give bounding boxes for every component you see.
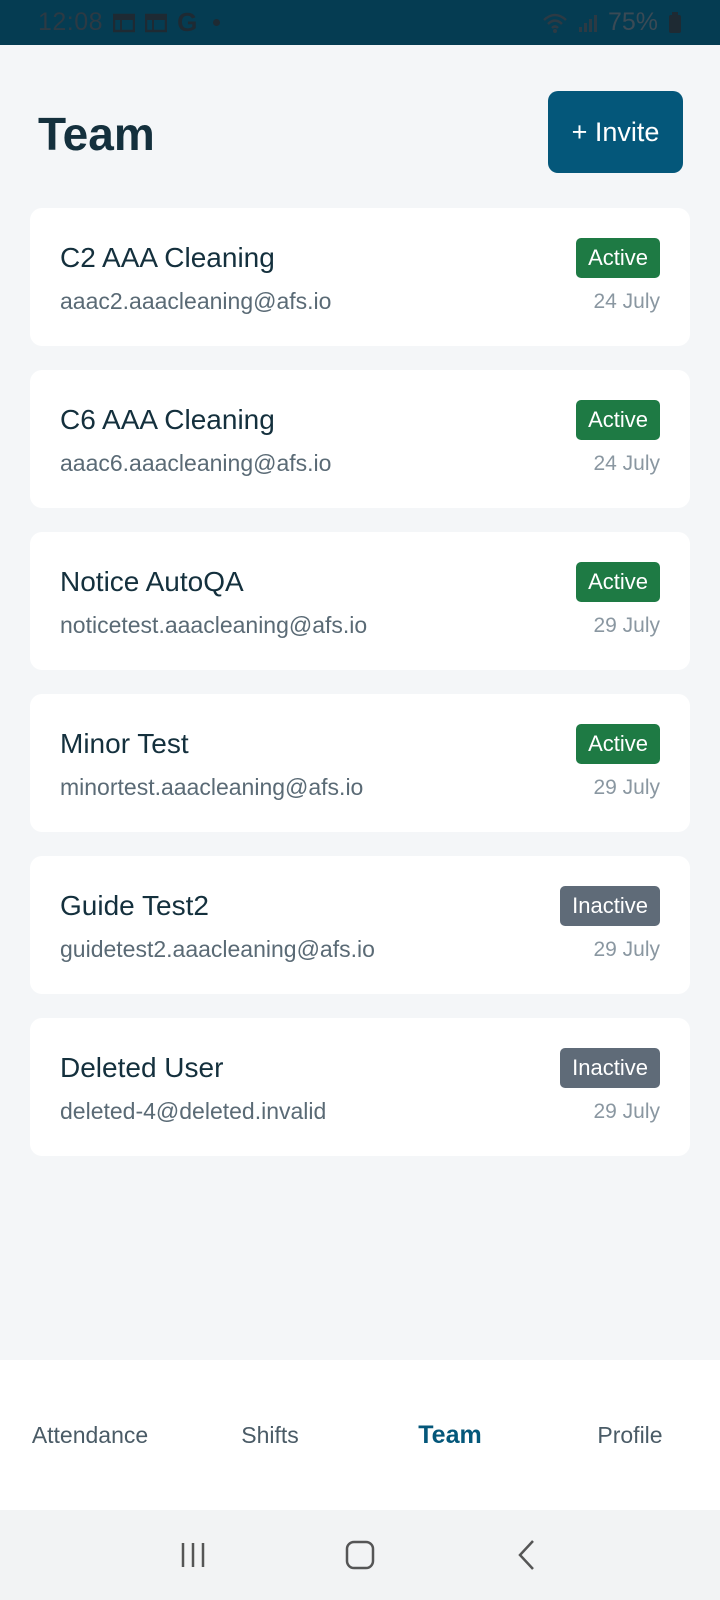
member-date: 29 July — [593, 614, 660, 637]
team-member-card[interactable]: C6 AAA Cleaning aaac6.aaacleaning@afs.io A… — [30, 370, 690, 508]
team-member-card[interactable]: Deleted User deleted-4@deleted.invalid Ina… — [30, 1018, 690, 1156]
team-member-card[interactable]: C2 AAA Cleaning aaac2.aaacleaning@afs.io A… — [30, 208, 690, 346]
team-member-card[interactable]: Notice AutoQA noticetest.aaacleaning@afs.… — [30, 532, 690, 670]
status-badge: Active — [576, 724, 660, 764]
bottom-tab-bar: Attendance Shifts Team Profile — [0, 1360, 720, 1510]
member-email: deleted-4@deleted.invalid — [60, 1098, 327, 1124]
member-email: aaac2.aaacleaning@afs.io — [60, 288, 332, 314]
member-date: 24 July — [593, 452, 660, 475]
member-date: 24 July — [593, 290, 660, 313]
google-icon: G — [177, 7, 198, 37]
tab-shifts[interactable]: Shifts — [180, 1422, 360, 1449]
member-name: Minor Test — [60, 728, 189, 759]
status-bar-right: 75% — [542, 8, 682, 37]
member-date: 29 July — [593, 776, 660, 799]
status-badge: Active — [576, 400, 660, 440]
team-member-list: C2 AAA Cleaning aaac2.aaacleaning@afs.io A… — [30, 208, 690, 1180]
tab-profile[interactable]: Profile — [540, 1422, 720, 1449]
invite-button[interactable]: + Invite — [548, 91, 683, 173]
system-navigation-bar — [0, 1510, 720, 1600]
wifi-icon — [542, 12, 568, 34]
status-badge: Inactive — [560, 886, 660, 926]
signal-icon — [578, 13, 598, 33]
page-title: Team — [38, 108, 155, 160]
team-member-card[interactable]: Minor Test minortest.aaacleaning@afs.io Ac… — [30, 694, 690, 832]
home-icon[interactable] — [330, 1525, 390, 1585]
recents-icon[interactable] — [163, 1525, 223, 1585]
member-date: 29 July — [593, 938, 660, 961]
member-date: 29 July — [593, 1100, 660, 1123]
tab-attendance[interactable]: Attendance — [0, 1422, 180, 1449]
member-name: C2 AAA Cleaning — [60, 242, 275, 273]
member-email: aaac6.aaacleaning@afs.io — [60, 450, 332, 476]
member-name: Deleted User — [60, 1052, 224, 1083]
member-name: Guide Test2 — [60, 890, 209, 921]
status-badge: Active — [576, 562, 660, 602]
clock: 12:08 — [38, 8, 104, 36]
status-badge: Inactive — [560, 1048, 660, 1088]
member-name: Notice AutoQA — [60, 566, 244, 597]
battery-icon — [668, 11, 682, 34]
calendar-icon — [113, 13, 136, 33]
page-header: Team + Invite — [0, 45, 720, 205]
member-email: guidetest2.aaacleaning@afs.io — [60, 936, 375, 962]
calendar-icon — [145, 13, 168, 33]
member-name: C6 AAA Cleaning — [60, 404, 275, 435]
tab-team[interactable]: Team — [360, 1421, 540, 1450]
member-email: minortest.aaacleaning@afs.io — [60, 774, 364, 800]
member-email: noticetest.aaacleaning@afs.io — [60, 612, 368, 638]
status-bar: 12:08 G 75% — [0, 0, 720, 45]
back-icon[interactable] — [497, 1525, 557, 1585]
team-member-card[interactable]: Guide Test2 guidetest2.aaacleaning@afs.io… — [30, 856, 690, 994]
battery-level: 75% — [607, 8, 658, 36]
status-bar-left: 12:08 G — [38, 7, 221, 38]
dot-icon — [213, 19, 221, 26]
status-badge: Active — [576, 238, 660, 278]
